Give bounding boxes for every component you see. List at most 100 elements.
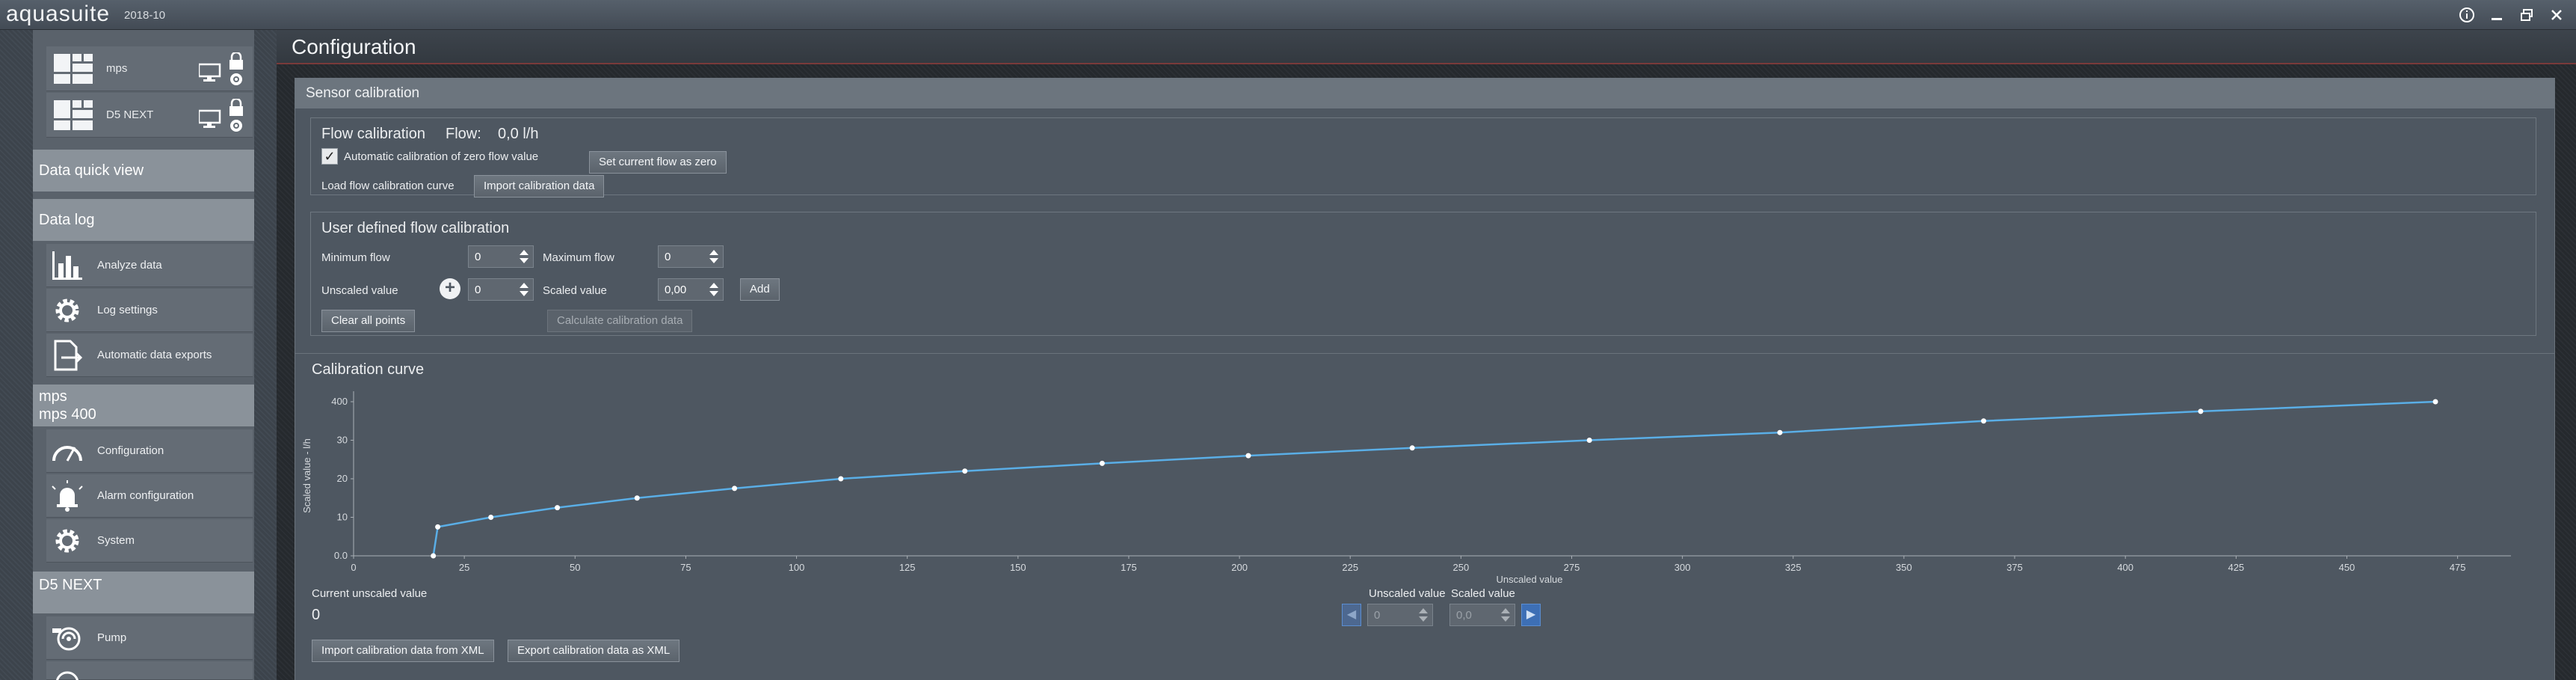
sidebar-device-d5-next[interactable]: D5 NEXT [46, 93, 253, 138]
scaled-value-label: Scaled value [543, 284, 607, 297]
sidebar-item-partial[interactable] [46, 661, 253, 680]
y-tick-label: 30 [337, 435, 348, 446]
group-name: mps [39, 388, 67, 405]
sidebar-item-pump[interactable]: Pump [46, 616, 253, 660]
y-tick-label: 400 [331, 396, 348, 407]
load-curve-label: Load flow calibration curve [321, 180, 455, 192]
max-flow-value: 0 [665, 251, 671, 263]
sidebar-item-analyze-data[interactable]: Analyze data [46, 244, 253, 287]
spin-arrows-icon[interactable] [518, 281, 530, 298]
calibration-chart: 0 25 50 75 100 125 150 175 200 225 250 275 300 325 350… [301, 391, 2511, 585]
x-tick-label: 400 [2117, 562, 2133, 573]
import-calibration-button[interactable]: Import calibration data [474, 175, 605, 197]
max-flow-stepper[interactable]: 0 [658, 245, 724, 268]
x-tick-label: 0 [351, 562, 356, 573]
data-point [1586, 438, 1592, 443]
unscaled-value-stepper[interactable]: 0 [468, 278, 534, 301]
spin-arrows-icon[interactable] [708, 281, 720, 298]
min-flow-label: Minimum flow [321, 251, 390, 264]
window-controls [2455, 3, 2569, 27]
minimize-icon[interactable] [2485, 3, 2509, 27]
data-point [1409, 445, 1415, 451]
flow-calibration-title: Flow calibration [321, 126, 425, 142]
x-tick-label: 200 [1231, 562, 1248, 573]
import-xml-button[interactable]: Import calibration data from XML [312, 640, 494, 662]
data-point [2432, 399, 2438, 405]
spin-arrows-icon[interactable] [1500, 606, 1512, 624]
current-unscaled-label: Current unscaled value [312, 587, 428, 600]
export-xml-button[interactable]: Export calibration data as XML [508, 640, 680, 662]
user-defined-title: User defined flow calibration [321, 220, 510, 236]
bar-chart-icon [52, 251, 82, 280]
close-icon[interactable] [2545, 3, 2569, 27]
clear-all-points-button[interactable]: Clear all points [321, 310, 416, 332]
sidebar-data-log[interactable]: Data log [33, 199, 254, 241]
set-zero-button[interactable]: Set current flow as zero [589, 151, 727, 174]
fan-icon [56, 671, 78, 680]
min-flow-value: 0 [475, 251, 481, 263]
sidebar-item-automatic-data-exports[interactable]: Automatic data exports [46, 334, 253, 377]
gear-icon [55, 529, 79, 553]
main-content: Configuration Sensor calibration Flow ca… [277, 30, 2576, 680]
restore-icon[interactable] [2515, 3, 2539, 27]
page-title: Configuration [292, 35, 416, 58]
spin-arrows-icon[interactable] [518, 248, 530, 266]
y-tick-label: 20 [337, 473, 348, 484]
app-version: 2018-10 [124, 9, 166, 22]
x-tick-label: 475 [2450, 562, 2466, 573]
scaled-value-stepper[interactable]: 0,00 [658, 278, 724, 301]
unscaled-value-label: Unscaled value [321, 284, 398, 297]
sidebar-item-label: Log settings [97, 304, 158, 316]
nav-unscaled-stepper[interactable]: 0 [1367, 604, 1433, 626]
sidebar-group-mps[interactable]: mps mps 400 [33, 385, 254, 426]
sidebar-item-log-settings[interactable]: Log settings [46, 289, 253, 332]
data-point [1099, 460, 1105, 466]
sidebar-data-quick-view[interactable]: Data quick view [33, 150, 254, 192]
auto-zero-checkbox[interactable]: ✓ [321, 148, 338, 165]
gear-icon [55, 298, 79, 322]
info-icon[interactable] [2455, 3, 2479, 27]
add-point-button[interactable]: Add [740, 278, 780, 301]
x-tick-label: 150 [1010, 562, 1026, 573]
data-point [555, 505, 561, 511]
scaled-value: 0,00 [665, 284, 687, 296]
sidebar-device-mps[interactable]: mps [46, 46, 253, 91]
auto-zero-label: Automatic calibration of zero flow value [344, 150, 539, 163]
sensor-calibration-panel: Sensor calibration Flow calibration Flow… [295, 78, 2555, 371]
title-bar: aquasuite 2018-10 [0, 0, 2576, 30]
data-point [1777, 429, 1783, 435]
current-unscaled-value: 0 [312, 607, 321, 623]
nav-scaled-stepper[interactable]: 0,0 [1449, 604, 1515, 626]
next-point-button[interactable]: ▶ [1521, 604, 1541, 626]
x-tick-label: 250 [1453, 562, 1470, 573]
sidebar: mps D5 NEXT Data quick view Data log Ana… [0, 30, 277, 680]
monitor-lock-gear-icon[interactable] [199, 52, 248, 87]
flow-value: 0,0 l/h [498, 126, 539, 142]
sidebar-item-alarm-configuration[interactable]: Alarm configuration [46, 474, 253, 518]
sidebar-group-d5-next[interactable]: D5 NEXT [33, 572, 254, 613]
data-point [2198, 408, 2204, 414]
x-tick-label: 225 [1342, 562, 1358, 573]
sidebar-item-configuration[interactable]: Configuration [46, 429, 253, 473]
monitor-lock-gear-icon[interactable] [199, 99, 248, 133]
calculate-calibration-button[interactable]: Calculate calibration data [547, 310, 693, 332]
page-title-bar: Configuration [277, 30, 2576, 64]
sidebar-item-label: Alarm configuration [97, 489, 194, 502]
data-point [488, 515, 494, 520]
nav-scaled-value: 0,0 [1456, 609, 1472, 622]
min-flow-stepper[interactable]: 0 [468, 245, 534, 268]
data-point [1245, 453, 1251, 459]
spin-arrows-icon[interactable] [708, 248, 720, 266]
export-icon [54, 340, 83, 371]
sidebar-item-system[interactable]: System [46, 519, 253, 563]
previous-point-button[interactable]: ◀ [1342, 604, 1361, 626]
dashboard-layout-icon [54, 100, 93, 130]
sidebar-item-label: Automatic data exports [97, 349, 212, 361]
flow-label: Flow: [446, 126, 481, 142]
alarm-bell-icon [52, 480, 83, 512]
calibration-curve-panel: Calibration curve 0 25 50 75 100 125 150 175 200… [295, 353, 2555, 680]
plus-circle-icon[interactable]: + [440, 278, 460, 299]
spin-arrows-icon[interactable] [1417, 606, 1429, 624]
x-tick-label: 175 [1121, 562, 1137, 573]
sidebar-item-label: Analyze data [97, 259, 162, 272]
